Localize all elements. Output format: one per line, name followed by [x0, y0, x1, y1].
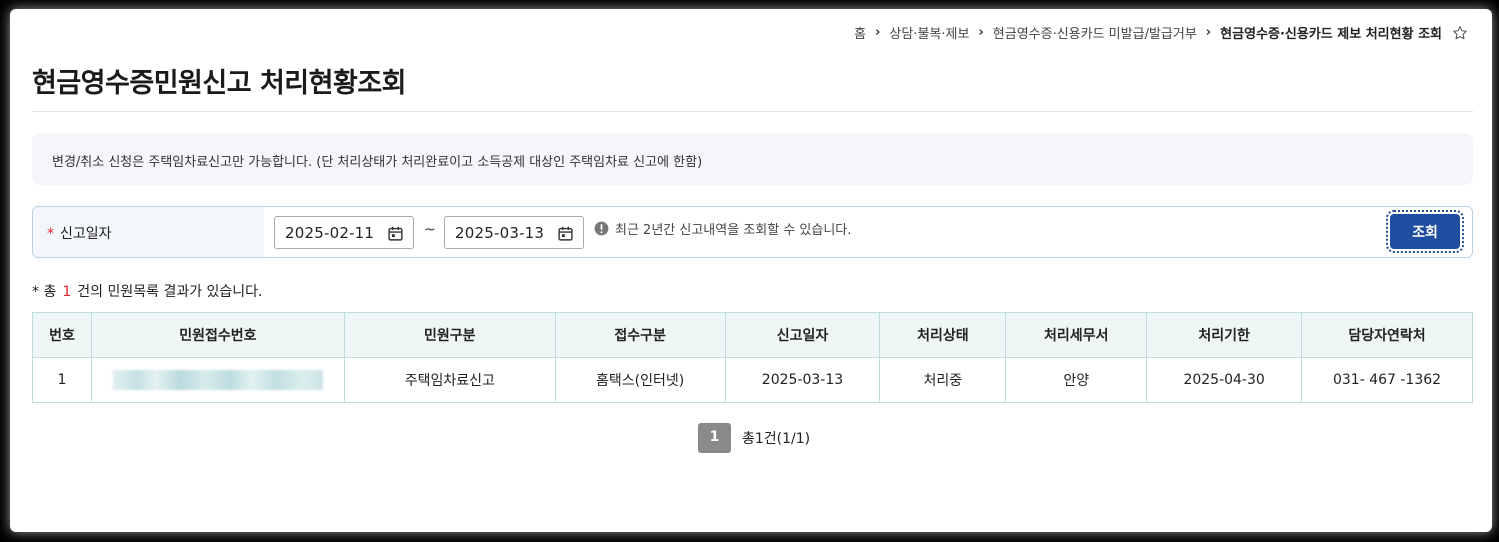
notice-text: 변경/취소 신청은 주택임차료신고만 가능합니다. (단 처리상태가 처리완료이…: [52, 155, 703, 170]
table-header-row: 번호 민원접수번호 민원구분 접수구분 신고일자 처리상태 처리세무서 처리기한…: [32, 312, 1473, 358]
search-form: * 신고일자 2025-02-11 ~ 2025-03-13 최근 2년간 신고…: [32, 206, 1473, 258]
column-header: 처리상태: [879, 312, 1007, 358]
info-icon: [594, 221, 609, 236]
cell-no: 1: [32, 357, 92, 403]
cell-category: 주택임차료신고: [343, 357, 556, 403]
title-divider: [32, 111, 1473, 112]
result-count-number: 1: [62, 284, 72, 300]
date-range-separator: ~: [424, 222, 436, 238]
breadcrumb-consult[interactable]: 상담·불복·제보: [889, 23, 969, 42]
cell-contact: 031- 467 -1362: [1301, 357, 1473, 403]
start-date-value: 2025-02-11: [285, 224, 375, 242]
breadcrumb-home[interactable]: 홈: [854, 23, 866, 42]
pagination-summary: 총1건(1/1): [742, 431, 811, 447]
result-count: * 총 1 건의 민원목록 결과가 있습니다.: [32, 281, 263, 301]
column-header: 신고일자: [724, 312, 881, 358]
chevron-right-icon: ›: [978, 25, 984, 40]
cell-report-date: 2025-03-13: [724, 357, 881, 403]
search-label-cell: * 신고일자: [33, 207, 264, 257]
cell-deadline: 2025-04-30: [1146, 357, 1303, 403]
complaint-table: 번호 민원접수번호 민원구분 접수구분 신고일자 처리상태 처리세무서 처리기한…: [32, 312, 1473, 403]
column-header: 민원구분: [343, 312, 556, 358]
chevron-right-icon: ›: [875, 25, 881, 40]
report-date-label: 신고일자: [60, 226, 112, 242]
redacted-receipt-number[interactable]: [112, 370, 323, 390]
page-frame: 홈 › 상담·불복·제보 › 현금영수증·신용카드 미발급/발급거부 › 현금영…: [10, 9, 1492, 532]
column-header: 접수구분: [554, 312, 726, 358]
result-suffix: 건의 민원목록 결과가 있습니다.: [77, 284, 263, 300]
start-date-input[interactable]: 2025-02-11: [274, 216, 414, 249]
breadcrumb-current: 현금영수증·신용카드 제보 처리현황 조회: [1220, 27, 1442, 42]
chevron-right-icon: ›: [1205, 25, 1212, 40]
end-date-input[interactable]: 2025-03-13: [444, 216, 584, 249]
calendar-icon[interactable]: [557, 225, 574, 242]
column-header: 민원접수번호: [90, 312, 345, 358]
page-title: 현금영수증민원신고 처리현황조회: [32, 68, 407, 99]
column-header: 처리세무서: [1005, 312, 1148, 358]
column-header: 담당자연락처: [1301, 312, 1473, 358]
pagination: 1 총1건(1/1): [698, 423, 810, 453]
end-date-value: 2025-03-13: [455, 224, 545, 242]
page-button-current[interactable]: 1: [698, 423, 731, 453]
breadcrumb-cash-receipt[interactable]: 현금영수증·신용카드 미발급/발급거부: [993, 23, 1197, 42]
cell-office: 안양: [1005, 357, 1148, 403]
cell-intake: 홈택스(인터넷): [554, 357, 726, 403]
calendar-icon[interactable]: [387, 225, 404, 242]
required-mark: *: [47, 226, 54, 242]
search-hint: 최근 2년간 신고내역을 조회할 수 있습니다.: [594, 219, 851, 238]
result-prefix: * 총: [32, 284, 57, 300]
cell-status: 처리중: [879, 357, 1007, 403]
star-icon[interactable]: [1452, 25, 1468, 41]
column-header: 처리기한: [1146, 312, 1303, 358]
column-header: 번호: [32, 312, 92, 358]
search-button[interactable]: 조회: [1386, 210, 1464, 253]
table-row: 1 주택임차료신고 홈택스(인터넷) 2025-03-13 처리중 안양 202…: [32, 357, 1473, 403]
breadcrumb: 홈 › 상담·불복·제보 › 현금영수증·신용카드 미발급/발급거부 › 현금영…: [854, 23, 1468, 42]
cell-receipt-no[interactable]: [90, 357, 345, 403]
notice-box: 변경/취소 신청은 주택임차료신고만 가능합니다. (단 처리상태가 처리완료이…: [32, 133, 1473, 185]
search-hint-text: 최근 2년간 신고내역을 조회할 수 있습니다.: [615, 223, 852, 238]
